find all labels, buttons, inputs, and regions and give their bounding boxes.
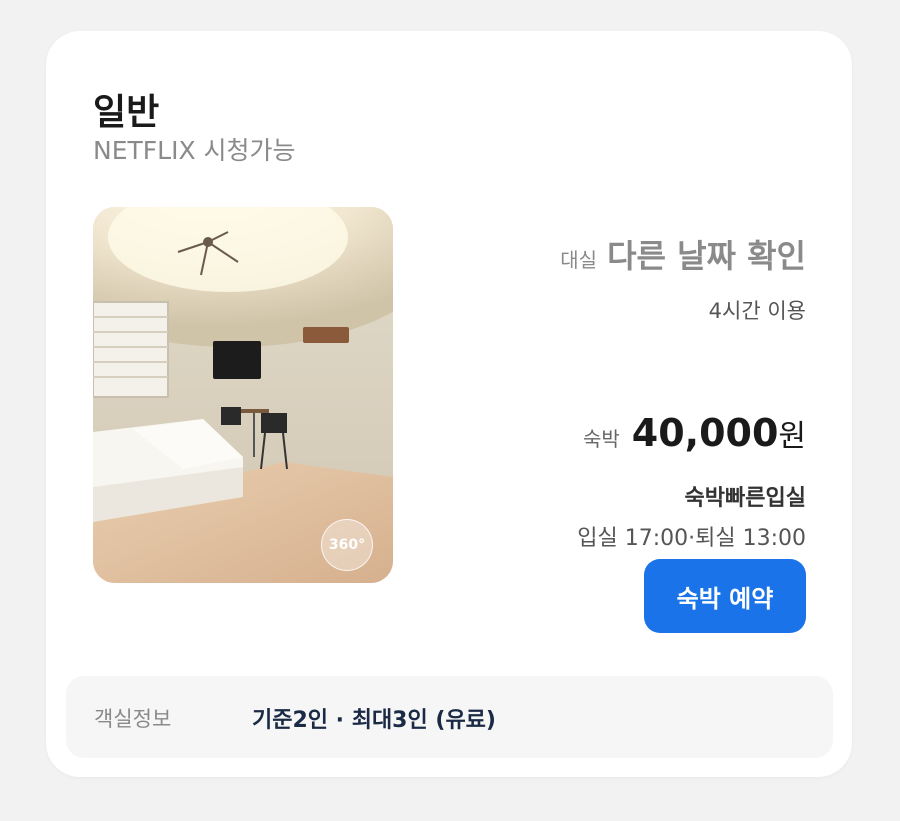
day-use-label: 대실 [560, 248, 598, 272]
stay-promo: 숙박빠른입실 [684, 486, 806, 511]
stay-price: 40,000 [631, 411, 779, 455]
day-use-row: 대실 다른 날짜 확인 [560, 231, 806, 277]
day-use-status: 다른 날짜 확인 [607, 237, 806, 275]
room-info-panel: 객실정보 기준2인 · 최대3인 (유료) [66, 676, 833, 758]
room-card: 일반 NETFLIX 시청가능 360° 대실 다른 날짜 확인 4시간 이용 … [46, 31, 852, 777]
room-feature: NETFLIX 시청가능 [93, 136, 296, 165]
room-info-value: 기준2인 · 최대3인 (유료) [252, 708, 496, 733]
stay-times: 입실 17:00·퇴실 13:00 [577, 526, 806, 551]
book-stay-button[interactable]: 숙박 예약 [644, 559, 806, 633]
day-use-hours: 4시간 이용 [708, 299, 806, 323]
stay-label: 숙박 [582, 427, 620, 451]
room-name: 일반 [93, 92, 160, 133]
room-photo[interactable]: 360° [93, 207, 393, 583]
room-info-label: 객실정보 [94, 707, 172, 731]
360-view-icon[interactable]: 360° [321, 519, 373, 571]
stay-price-row: 숙박 40,000원 [583, 411, 806, 455]
stay-currency: 원 [778, 419, 806, 454]
